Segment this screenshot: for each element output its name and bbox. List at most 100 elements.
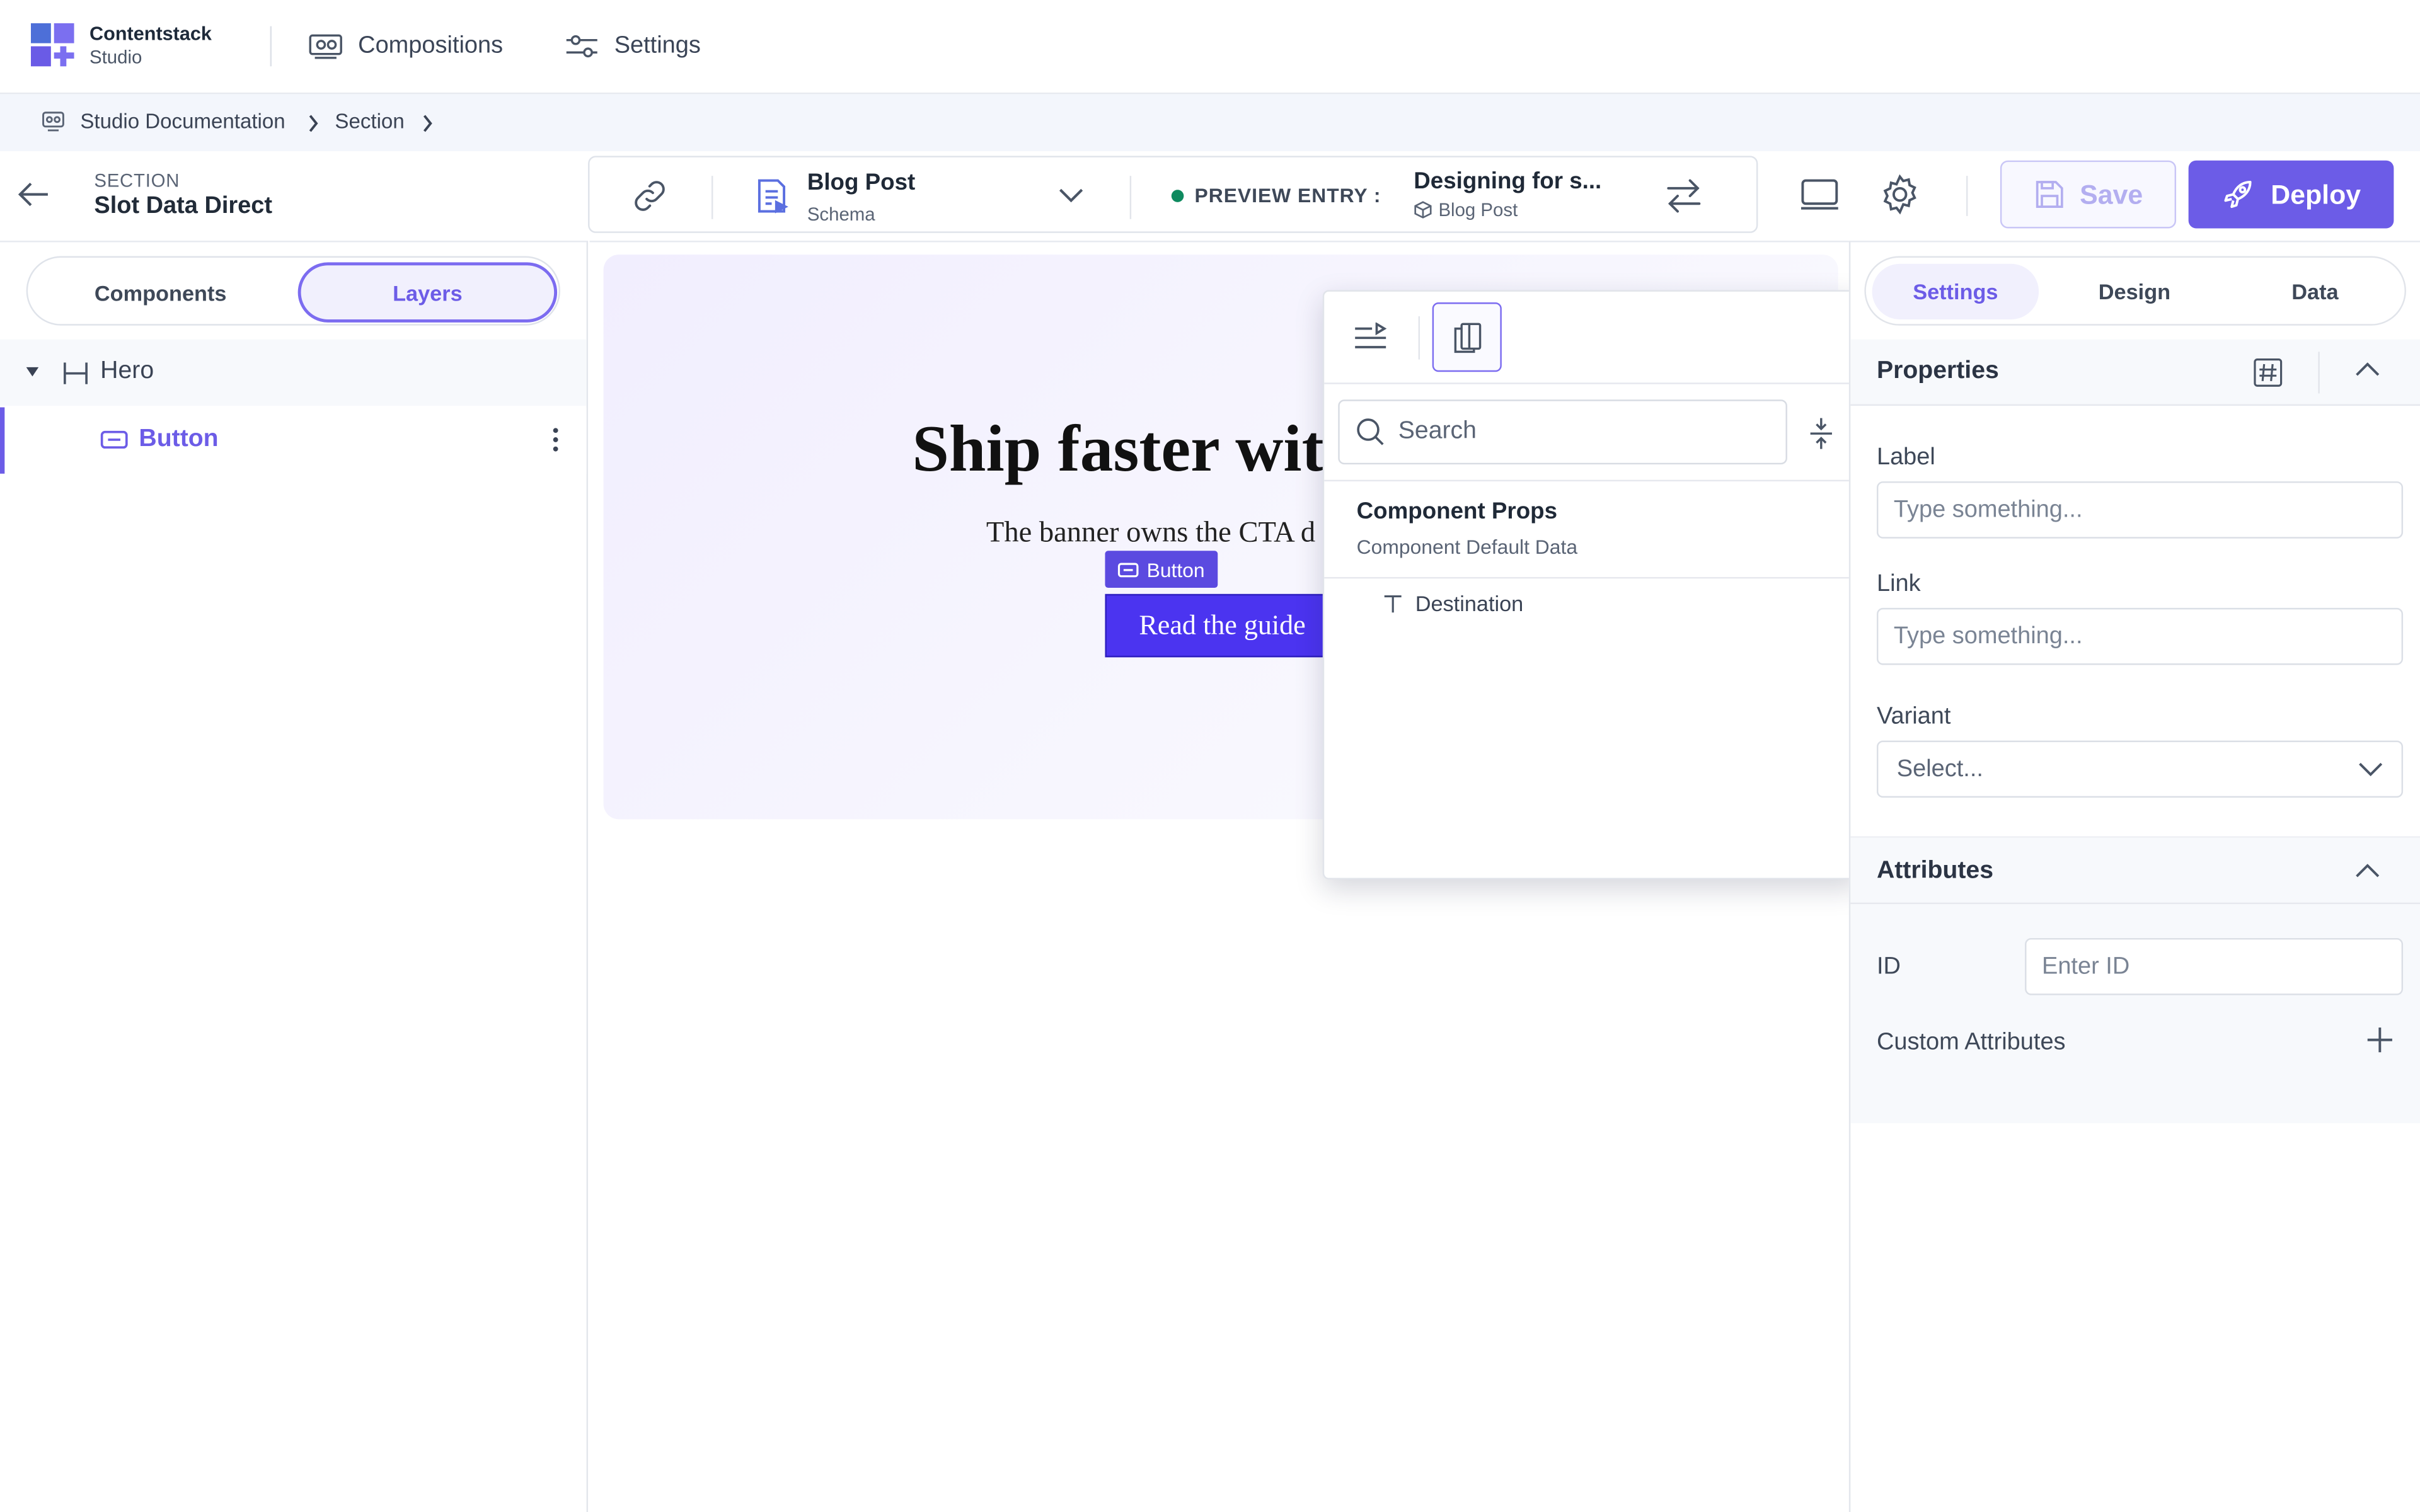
variant-field-label: Variant [1876, 703, 1951, 730]
nav-compositions[interactable]: Compositions [309, 28, 503, 65]
hero-layout-icon [62, 361, 89, 386]
caret-down-icon[interactable] [25, 365, 40, 378]
preview-status-dot [1171, 190, 1184, 202]
preview-entry-type-label: Blog Post [1438, 198, 1518, 221]
nav-divider [270, 26, 272, 67]
component-props-title: Component Props [1356, 498, 1558, 525]
text-fields-icon[interactable] [1354, 322, 1388, 353]
popup-header-divider [1418, 316, 1420, 360]
more-options-icon[interactable] [551, 426, 560, 454]
right-panel-tabs: Settings Design Data [1864, 256, 2406, 326]
preview-entry-title[interactable]: Designing for s... [1414, 168, 1601, 195]
selected-element-tag: Button [1105, 551, 1218, 588]
tab-layers[interactable]: Layers [297, 262, 558, 323]
label-field-label: Label [1876, 444, 1935, 471]
prop-item-destination[interactable]: Destination [1383, 591, 1523, 616]
studio-icon [42, 111, 65, 132]
component-props-section[interactable]: Component Props Component Default Data [1324, 479, 1862, 579]
popup-search-input[interactable]: Search [1338, 399, 1787, 465]
id-field-label: ID [1876, 953, 1901, 980]
schema-title: Blog Post [807, 169, 916, 197]
hero-title: Ship faster with [912, 413, 1361, 486]
id-input[interactable]: Enter ID [2025, 937, 2404, 995]
nav-compositions-label: Compositions [358, 32, 504, 59]
chevron-down-icon [2358, 762, 2383, 777]
layer-hero-label: Hero [100, 358, 154, 384]
data-binding-popup: Search Component Props Component Default… [1322, 290, 1862, 879]
custom-attributes-label: Custom Attributes [1876, 1029, 2066, 1056]
prop-item-destination-label: Destination [1415, 590, 1524, 616]
cta-button[interactable]: Read the guide [1105, 593, 1334, 658]
chevron-up-icon[interactable] [2355, 362, 2380, 378]
save-button[interactable]: Save [2000, 160, 2177, 229]
variant-select[interactable]: Select... [1876, 740, 2404, 798]
pages-icon [1452, 321, 1483, 355]
breadcrumb-item-documentation[interactable]: Studio Documentation [80, 110, 285, 133]
cube-icon [1414, 200, 1432, 219]
link-field-label: Link [1876, 571, 1921, 597]
brand-product: Studio [89, 46, 142, 68]
contentstack-logo-icon[interactable] [30, 23, 77, 69]
properties-header-divider [2318, 352, 2320, 394]
deploy-button-label: Deploy [2271, 178, 2361, 209]
preview-entry-type: Blog Post [1414, 199, 1518, 220]
chevron-right-icon [307, 114, 320, 132]
variant-select-value: Select... [1896, 755, 1983, 782]
section-kind-label: SECTION [94, 169, 180, 192]
tab-design[interactable]: Design [2051, 264, 2218, 319]
left-panel-tabs: Components Layers [26, 256, 560, 326]
nav-settings-label: Settings [614, 32, 701, 59]
link-input[interactable]: Type something... [1876, 607, 2404, 665]
deploy-button[interactable]: Deploy [2188, 160, 2394, 229]
attributes-section [1850, 904, 2420, 1123]
button-component-icon [100, 429, 128, 450]
switch-entry-icon[interactable] [1664, 176, 1704, 216]
label-input[interactable]: Type something... [1876, 481, 2404, 539]
popup-header [1324, 292, 1862, 384]
back-arrow-icon[interactable] [15, 176, 52, 213]
collapse-all-icon[interactable] [1807, 416, 1835, 450]
breadcrumb-item-section[interactable]: Section [335, 110, 404, 133]
compositions-icon [309, 32, 343, 60]
preview-entry-label: PREVIEW ENTRY : [1194, 183, 1381, 207]
layer-button-label: Button [139, 425, 219, 452]
studio-app: Contentstack Studio Compositions Setting… [0, 0, 2420, 1512]
data-source-toggle[interactable] [1432, 302, 1502, 372]
brand-name: Contentstack [89, 23, 212, 45]
toolbar-divider [711, 176, 713, 219]
rocket-icon [2221, 178, 2256, 212]
properties-header[interactable]: Properties [1850, 339, 2420, 406]
section-title: Slot Data Direct [94, 193, 273, 219]
component-props-subtitle: Component Default Data [1356, 535, 1578, 559]
toolbar-divider [1129, 176, 1132, 219]
header-divider [1966, 176, 1968, 216]
chevron-right-icon [422, 114, 434, 132]
tab-components[interactable]: Components [32, 262, 289, 323]
tab-data[interactable]: Data [2232, 264, 2398, 319]
schema-icon [755, 178, 789, 215]
layer-row-button[interactable] [0, 407, 587, 474]
device-preview-icon[interactable] [1800, 178, 1840, 212]
sliders-icon [565, 32, 599, 60]
button-component-icon [1117, 561, 1139, 578]
schema-dropdown-chevron-icon[interactable] [1057, 186, 1085, 205]
hash-icon[interactable] [2254, 358, 2283, 387]
hero-subtitle: The banner owns the CTA d [986, 517, 1316, 549]
nav-settings[interactable]: Settings [565, 28, 701, 65]
save-button-label: Save [2080, 178, 2143, 209]
attributes-header[interactable]: Attributes [1850, 836, 2420, 905]
schema-subtitle: Schema [807, 203, 875, 226]
save-icon [2034, 179, 2065, 210]
link-icon[interactable] [631, 178, 669, 215]
text-type-icon [1383, 593, 1403, 614]
selected-element-tag-label: Button [1146, 558, 1205, 581]
gear-icon[interactable] [1878, 173, 1922, 216]
tab-settings[interactable]: Settings [1872, 263, 2039, 319]
chevron-up-icon[interactable] [2355, 864, 2380, 879]
properties-title: Properties [1876, 358, 1999, 384]
preview-toolbar: Blog Post Schema PREVIEW ENTRY : Designi… [588, 156, 1758, 233]
add-icon[interactable] [2366, 1026, 2394, 1054]
attributes-title: Attributes [1876, 857, 1994, 885]
popup-search-placeholder: Search [1398, 418, 1477, 445]
search-icon [1355, 416, 1386, 447]
